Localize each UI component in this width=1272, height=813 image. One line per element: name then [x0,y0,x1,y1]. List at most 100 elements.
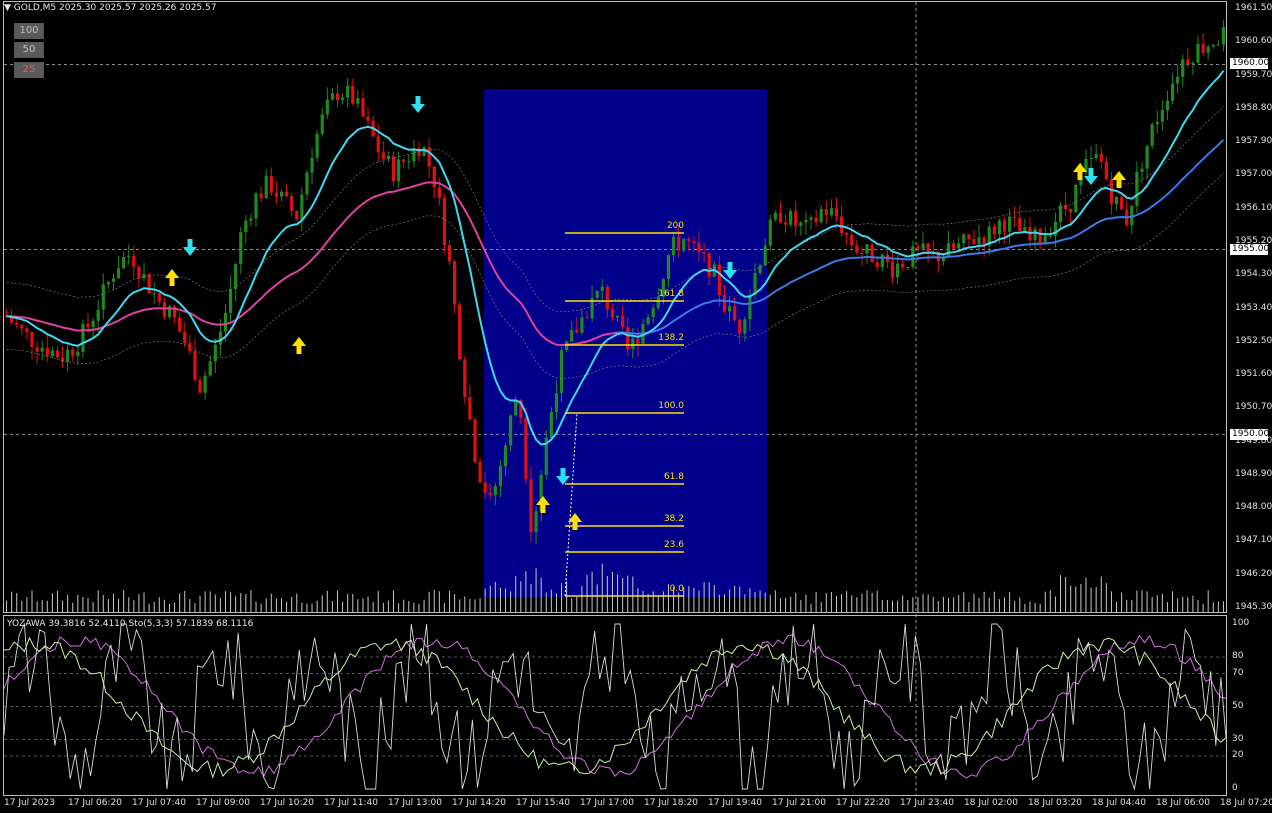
candle-body [274,192,279,197]
price-axis-label: 1948.90 [1235,468,1272,479]
price-axis-label: 1961.50 [1235,3,1272,13]
time-axis-label: 17 Jul 23:40 [900,798,954,808]
candle-body [391,155,396,182]
price-chart[interactable] [0,0,1272,813]
candle-body [269,175,273,193]
candle-body [707,253,711,277]
fib-level-label: 200 [666,221,684,231]
price-axis-label: 1948.00 [1235,502,1272,513]
candle-body [407,161,411,163]
candle-body [279,191,284,197]
candle-body [768,219,772,246]
price-axis-label: 1954.30 [1235,269,1272,280]
price-tag-1960: 1960.00 [1230,58,1270,69]
candle-body [773,212,777,220]
candle-body [193,351,197,381]
candle-body [855,245,859,253]
time-axis-label: 17 Jul 22:20 [836,798,890,808]
candle-body [789,210,793,225]
candle-body [1160,110,1164,122]
candle-body [127,255,131,258]
arrow-up-icon [292,337,306,354]
candle-body [957,243,961,249]
candle-body [488,492,492,495]
candle-body [524,417,528,480]
candle-body [244,220,248,233]
candle-body [697,243,701,252]
indicator-axis-label: 30 [1232,733,1244,744]
candle-body [152,293,156,295]
candle-body [671,236,676,256]
candle-body [259,193,263,199]
candle-body [631,338,635,349]
candle-body [1114,196,1119,205]
candle-body [284,191,289,197]
price-axis-label: 1951.60 [1235,369,1272,380]
candle-body [40,347,44,352]
candle-body [559,350,564,394]
candle-body [595,290,599,298]
candle-body [1221,26,1226,45]
candle-body [600,286,604,291]
candle-body [946,243,951,258]
candle-body [890,261,895,278]
fib-level-label: 23.6 [663,540,684,550]
candle-body [76,352,80,356]
price-axis-label: 1946.20 [1235,568,1272,579]
candle-body [534,511,538,533]
price-axis-label: 1959.70 [1235,69,1272,80]
candle-body [646,317,650,324]
candle-body [208,361,212,376]
candle-body [1155,121,1159,125]
candle-body [580,317,584,333]
price-axis-label: 1953.40 [1235,302,1272,313]
level-100-button[interactable]: 100 [14,23,44,39]
level-50-button[interactable]: 50 [14,42,44,58]
candle-body [402,159,406,162]
fib-level-label: 38.2 [663,514,684,524]
candle-body [60,357,65,362]
candle-body [35,347,39,352]
time-axis-label: 17 Jul 2023 [4,798,55,808]
price-axis-label: 1952.50 [1235,335,1272,346]
candle-body [361,98,365,117]
arrow-down-icon [183,239,197,256]
candle-body [621,315,625,328]
candle-body [81,323,85,353]
candle-body [1135,171,1139,206]
candle-body [814,217,818,223]
candle-body [366,116,370,121]
level-25-button[interactable]: 25 [14,62,44,78]
candle-body [239,232,243,265]
candle-body [783,222,788,225]
candle-body [901,263,905,268]
candle-body [218,331,222,345]
candle-body [50,350,54,357]
candle-body [1211,45,1215,47]
candle-body [1069,209,1073,213]
candle-body [351,85,355,104]
candle-body [381,152,385,159]
candle-body [320,114,324,134]
candle-body [809,217,813,220]
candle-body [223,312,228,332]
candle-body [453,261,457,305]
candle-body [794,210,798,226]
candle-body [926,243,930,252]
candle-body [234,264,238,289]
price-axis-label: 1960.60 [1235,36,1272,47]
candle-body [921,243,925,249]
price-axis-label: 1958.80 [1235,102,1272,113]
candle-body [498,466,503,486]
chart-window[interactable]: ▼ GOLD,M5 2025.30 2025.57 2025.26 2025.5… [0,0,1272,813]
candle-body [1023,227,1027,231]
time-axis-label: 17 Jul 19:40 [708,798,762,808]
candle-body [1145,145,1149,169]
candle-body [962,234,966,244]
time-axis-label: 18 Jul 04:40 [1092,798,1146,808]
candle-body [463,359,467,398]
candle-body [636,338,640,344]
time-axis-label: 17 Jul 18:20 [644,798,698,808]
candle-body [447,245,452,262]
candle-body [1109,179,1114,205]
